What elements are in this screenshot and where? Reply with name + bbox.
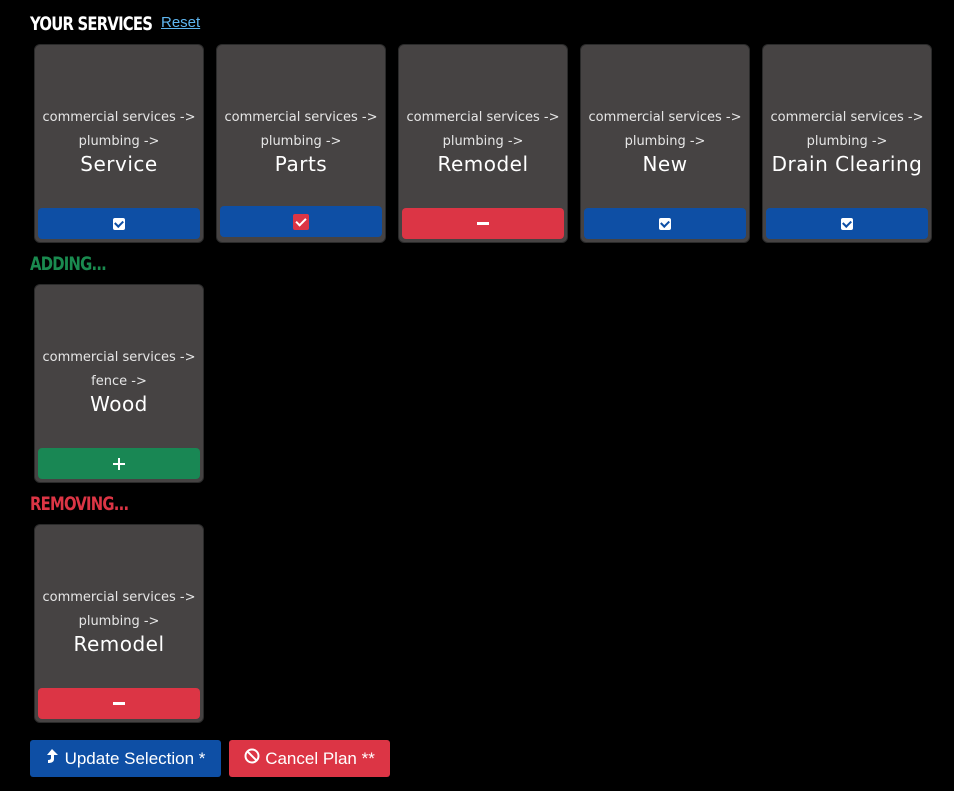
breadcrumb-category: commercial services -> [770, 110, 924, 125]
service-card: commercial services -> plumbing -> Remod… [398, 44, 568, 243]
service-breadcrumb: commercial services -> plumbing -> [39, 106, 199, 154]
service-card: commercial services -> plumbing -> Drain… [762, 44, 932, 243]
service-name: Wood [90, 392, 148, 416]
service-breadcrumb: commercial services -> plumbing -> [39, 586, 199, 634]
cancel-plan-label: Cancel Plan ** [265, 748, 375, 768]
ban-icon [244, 748, 260, 769]
service-breadcrumb: commercial services -> plumbing -> [403, 106, 563, 154]
service-breadcrumb: commercial services -> fence -> [39, 346, 199, 394]
service-name: Drain Clearing [771, 152, 923, 176]
adding-service-card: commercial services -> fence -> Wood [34, 284, 204, 483]
share-arrow-icon [46, 748, 60, 769]
breadcrumb-category: commercial services -> [42, 110, 196, 125]
breadcrumb-category: commercial services -> [406, 110, 560, 125]
service-breadcrumb: commercial services -> plumbing -> [767, 106, 927, 154]
service-card: commercial services -> plumbing -> Parts [216, 44, 386, 243]
service-name: Service [80, 152, 158, 176]
service-name: Remodel [437, 152, 529, 176]
minus-icon [113, 702, 125, 705]
service-selected-button[interactable] [766, 208, 928, 239]
your-services-title: YOUR SERVICES [30, 13, 153, 35]
minus-icon [477, 222, 489, 225]
update-selection-button[interactable]: Update Selection * [30, 740, 221, 777]
service-card: commercial services -> plumbing -> New [580, 44, 750, 243]
service-selected-button[interactable] [584, 208, 746, 239]
update-selection-label: Update Selection * [64, 748, 206, 768]
service-remove-button[interactable] [402, 208, 564, 239]
remove-service-button[interactable] [38, 688, 200, 719]
removing-title: REMOVING... [30, 493, 129, 515]
service-name: Parts [274, 152, 328, 176]
check-square-icon [113, 217, 125, 230]
breadcrumb-category: commercial services -> [42, 350, 196, 365]
check-square-icon [841, 217, 853, 230]
plus-icon [113, 457, 125, 470]
cancel-plan-button[interactable]: Cancel Plan ** [229, 740, 390, 777]
adding-title: ADDING... [30, 253, 107, 275]
service-breadcrumb: commercial services -> plumbing -> [221, 106, 381, 154]
service-selected-button[interactable] [220, 206, 382, 237]
service-breadcrumb: commercial services -> plumbing -> [585, 106, 745, 154]
removing-service-card: commercial services -> plumbing -> Remod… [34, 524, 204, 723]
reset-link[interactable]: Reset [161, 14, 200, 31]
check-square-icon [293, 213, 309, 230]
add-service-button[interactable] [38, 448, 200, 479]
check-square-icon [659, 217, 671, 230]
service-card: commercial services -> plumbing -> Servi… [34, 44, 204, 243]
service-name: New [642, 152, 688, 176]
service-selected-button[interactable] [38, 208, 200, 239]
breadcrumb-category: commercial services -> [42, 590, 196, 605]
breadcrumb-category: commercial services -> [588, 110, 742, 125]
service-name: Remodel [73, 632, 165, 656]
breadcrumb-category: commercial services -> [224, 110, 378, 125]
